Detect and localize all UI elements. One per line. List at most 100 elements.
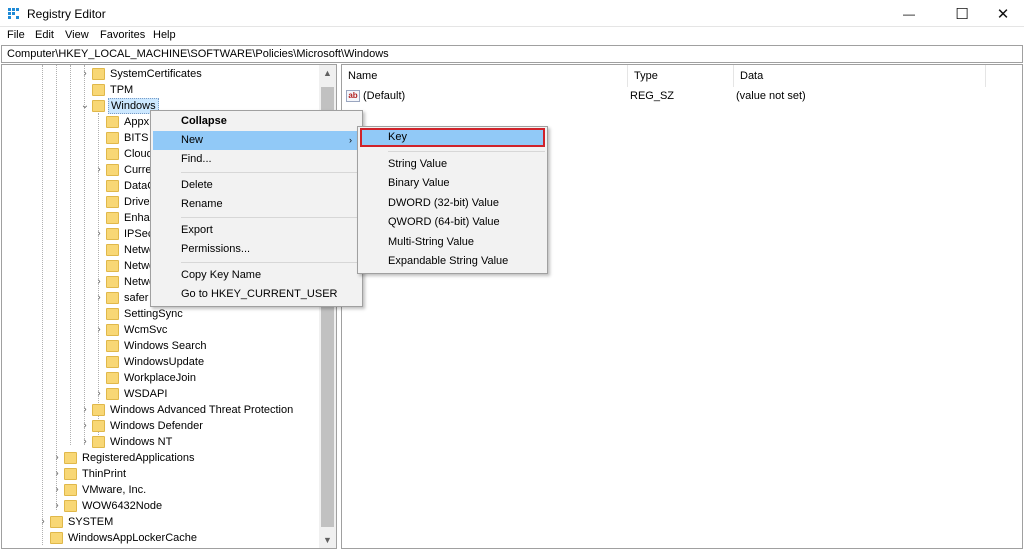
tree-context-menu: Collapse New › Find... Delete Rename Exp… [150, 110, 363, 307]
maximize-icon: ☐ [955, 5, 969, 23]
menu-item-new-label: New [181, 134, 204, 146]
tree-guide-line [42, 65, 43, 545]
registry-editor-icon [8, 8, 20, 20]
expand-chevron-icon[interactable]: › [94, 290, 104, 306]
value-row-default[interactable]: ab (Default) REG_SZ (value not set) [342, 87, 1022, 105]
expand-chevron-icon[interactable]: › [94, 274, 104, 290]
menu-item-delete[interactable]: Delete [153, 176, 360, 195]
folder-icon [106, 228, 119, 240]
folder-icon [106, 324, 119, 336]
tree-item-label: ThinPrint [82, 468, 127, 480]
expand-chevron-icon[interactable]: › [52, 466, 62, 482]
tree-item-label: WindowsAppLockerCache [68, 532, 198, 544]
string-value-icon: ab [346, 90, 360, 102]
tree-item-label: SystemCertificates [110, 68, 202, 80]
tree-item-label: TPM [110, 84, 134, 96]
maximize-button[interactable]: ☐ [939, 0, 985, 27]
folder-icon [106, 180, 119, 192]
folder-icon [106, 260, 119, 272]
expand-chevron-icon[interactable]: › [80, 66, 90, 82]
expand-chevron-icon[interactable]: › [52, 450, 62, 466]
folder-icon [92, 84, 105, 96]
expand-chevron-icon[interactable]: › [94, 322, 104, 338]
folder-icon [64, 468, 77, 480]
menu-item-permissions[interactable]: Permissions... [153, 240, 360, 259]
window-title: Registry Editor [27, 7, 106, 21]
expand-chevron-icon[interactable]: › [80, 418, 90, 434]
folder-icon [106, 308, 119, 320]
collapse-chevron-icon[interactable]: ⌄ [80, 98, 90, 114]
menu-item-copy-key-name[interactable]: Copy Key Name [153, 266, 360, 285]
folder-icon [50, 532, 63, 544]
menu-item-export[interactable]: Export [153, 221, 360, 240]
tree-item-label: SettingSync [124, 308, 183, 320]
expand-chevron-icon[interactable]: › [80, 402, 90, 418]
tree-item-label: Windows Defender [110, 420, 203, 432]
tree-item-label: RegisteredApplications [82, 452, 195, 464]
expand-chevron-icon[interactable]: › [94, 386, 104, 402]
folder-icon [106, 356, 119, 368]
minimize-button[interactable]: — [886, 0, 932, 27]
folder-icon [106, 132, 119, 144]
tree-item-label: SYSTEM [68, 516, 114, 528]
tree-guide-line [84, 65, 85, 445]
folder-icon [64, 452, 77, 464]
menu-file[interactable]: File [7, 29, 25, 41]
folder-icon [92, 436, 105, 448]
tree-item-label: WcmSvc [124, 324, 168, 336]
folder-icon [92, 68, 105, 80]
column-header-type[interactable]: Type [628, 65, 734, 87]
column-header-data[interactable]: Data [734, 65, 986, 87]
tree-item-label: WOW6432Node [82, 500, 163, 512]
folder-icon [106, 196, 119, 208]
title-bar: Registry Editor — ☐ ✕ [0, 0, 1024, 27]
menu-item-collapse[interactable]: Collapse [153, 112, 360, 131]
tree-item-label: WorkplaceJoin [124, 372, 196, 384]
menu-item-go-to-hkcu[interactable]: Go to HKEY_CURRENT_USER [153, 285, 360, 304]
menu-help[interactable]: Help [153, 29, 176, 41]
close-button[interactable]: ✕ [980, 0, 1024, 27]
folder-icon [92, 404, 105, 416]
value-type: REG_SZ [630, 90, 675, 102]
menu-item-rename[interactable]: Rename [153, 195, 360, 214]
menu-edit[interactable]: Edit [35, 29, 54, 41]
expand-chevron-icon[interactable]: › [94, 162, 104, 178]
menu-view[interactable]: View [65, 29, 89, 41]
tree-item-label: WindowsUpdate [124, 356, 205, 368]
expand-chevron-icon[interactable]: › [38, 514, 48, 530]
folder-icon [92, 420, 105, 432]
menu-item-new[interactable]: New › [153, 131, 360, 150]
tree-guide-line [70, 65, 71, 445]
menu-item-find[interactable]: Find... [153, 150, 360, 169]
expand-chevron-icon[interactable]: › [80, 434, 90, 450]
scroll-down-arrow-icon[interactable]: ▼ [319, 532, 336, 548]
folder-icon [106, 164, 119, 176]
submenu-item-qword-value[interactable]: QWORD (64-bit) Value [360, 213, 545, 232]
scroll-up-arrow-icon[interactable]: ▲ [319, 65, 336, 81]
tree-item-label: Driver [124, 196, 154, 208]
submenu-item-multi-string-value[interactable]: Multi-String Value [360, 233, 545, 252]
address-bar[interactable]: Computer\HKEY_LOCAL_MACHINE\SOFTWARE\Pol… [1, 45, 1023, 63]
folder-icon [106, 116, 119, 128]
tree-item-label: VMware, Inc. [82, 484, 147, 496]
tree-item-label: IPSec [124, 228, 154, 240]
submenu-item-binary-value[interactable]: Binary Value [360, 174, 545, 193]
column-header-name[interactable]: Name [342, 65, 628, 87]
expand-chevron-icon[interactable]: › [94, 226, 104, 242]
folder-icon [64, 484, 77, 496]
submenu-item-expandable-string-value[interactable]: Expandable String Value [360, 252, 545, 271]
menu-favorites[interactable]: Favorites [100, 29, 145, 41]
folder-icon [92, 100, 105, 112]
submenu-item-string-value[interactable]: String Value [360, 155, 545, 174]
expand-chevron-icon[interactable]: › [52, 482, 62, 498]
submenu-item-dword-value[interactable]: DWORD (32-bit) Value [360, 194, 545, 213]
folder-icon [106, 276, 119, 288]
submenu-item-key[interactable]: Key [360, 128, 545, 147]
folder-icon [106, 212, 119, 224]
minimize-icon: — [903, 6, 915, 21]
menu-separator [388, 151, 545, 152]
expand-chevron-icon[interactable]: › [52, 498, 62, 514]
folder-icon [106, 372, 119, 384]
close-icon: ✕ [996, 5, 1010, 23]
tree-item-label: Windows Search [124, 340, 207, 352]
